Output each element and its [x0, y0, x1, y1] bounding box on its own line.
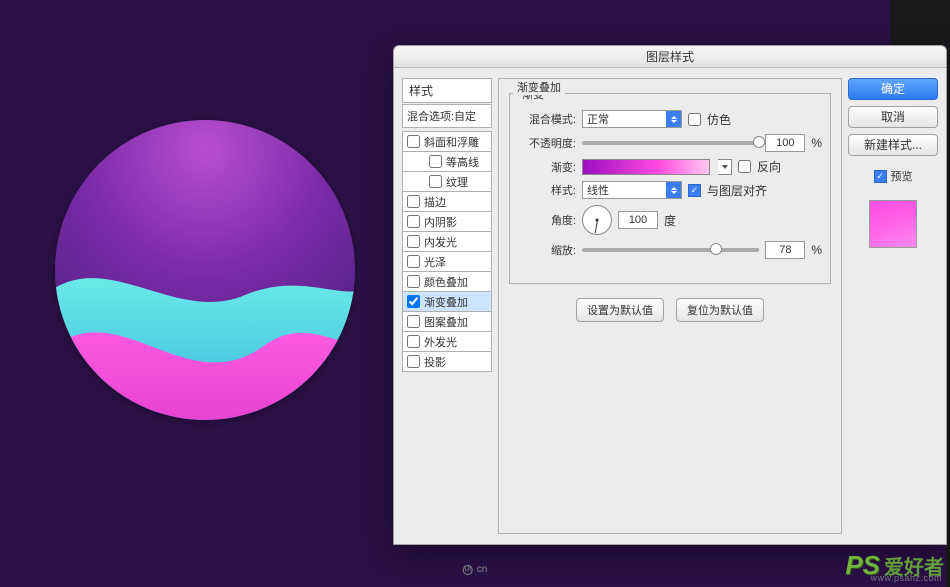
angle-input[interactable]: 100 — [618, 211, 658, 229]
opacity-input[interactable]: 100 — [765, 134, 805, 152]
ok-button[interactable]: 确定 — [848, 78, 938, 100]
style-label: 样式: — [518, 182, 576, 198]
style-checkbox[interactable] — [407, 215, 420, 228]
dialog-actions: 确定 取消 新建样式... ✓ 预览 — [848, 78, 938, 534]
style-item-color-overlay[interactable]: 颜色叠加 — [402, 271, 492, 292]
style-checkbox[interactable] — [407, 355, 420, 368]
style-checkbox[interactable] — [429, 175, 442, 188]
style-item-stroke[interactable]: 描边 — [402, 191, 492, 212]
wave-magenta — [55, 275, 355, 420]
percent-label: % — [811, 243, 822, 257]
styles-list: 样式 混合选项:自定 斜面和浮雕 等高线 纹理 描边 内阴影 内发光 光泽 颜色… — [402, 78, 492, 534]
dither-label: 仿色 — [707, 111, 731, 128]
style-checkbox[interactable] — [407, 295, 420, 308]
style-item-gradient-overlay[interactable]: 渐变叠加 — [402, 291, 492, 312]
style-item-contour[interactable]: 等高线 — [402, 151, 492, 172]
dropdown-arrows-icon — [666, 111, 681, 127]
degree-label: 度 — [664, 212, 676, 229]
scale-slider[interactable] — [582, 248, 759, 252]
style-item-inner-glow[interactable]: 内发光 — [402, 231, 492, 252]
footer-note: UI cn — [463, 564, 488, 575]
preview-swatch — [869, 200, 917, 248]
dither-checkbox[interactable] — [688, 113, 701, 126]
gradient-overlay-panel: 渐变叠加 渐变 混合模式: 正常 仿色 不透明度: 100 % 渐变: — [498, 78, 842, 534]
dialog-title: 图层样式 — [394, 46, 946, 68]
angle-dial[interactable] — [582, 205, 612, 235]
watermark-url: www.psahz.com — [870, 573, 942, 583]
align-checkbox[interactable]: ✓ — [688, 184, 701, 197]
scale-input[interactable]: 78 — [765, 241, 805, 259]
style-item-drop-shadow[interactable]: 投影 — [402, 351, 492, 372]
style-item-inner-shadow[interactable]: 内阴影 — [402, 211, 492, 232]
angle-label: 角度: — [518, 212, 576, 228]
style-checkbox[interactable] — [407, 255, 420, 268]
reverse-checkbox[interactable] — [738, 160, 751, 173]
gradient-preview[interactable] — [582, 159, 710, 175]
blend-mode-select[interactable]: 正常 — [582, 110, 682, 128]
canvas-artwork — [55, 120, 355, 420]
style-checkbox[interactable] — [407, 195, 420, 208]
cancel-button[interactable]: 取消 — [848, 106, 938, 128]
blend-mode-label: 混合模式: — [518, 111, 576, 127]
opacity-label: 不透明度: — [518, 135, 576, 151]
style-checkbox[interactable] — [407, 315, 420, 328]
percent-label: % — [811, 136, 822, 150]
gradient-label: 渐变: — [518, 159, 576, 175]
gradient-dropdown[interactable] — [718, 159, 732, 175]
app-toolbar-bg — [890, 0, 950, 45]
preview-checkbox[interactable]: ✓ — [874, 170, 887, 183]
style-item-texture[interactable]: 纹理 — [402, 171, 492, 192]
style-checkbox[interactable] — [407, 135, 420, 148]
opacity-slider[interactable] — [582, 141, 759, 145]
style-item-pattern-overlay[interactable]: 图案叠加 — [402, 311, 492, 332]
style-checkbox[interactable] — [429, 155, 442, 168]
gradient-fieldset: 渐变 混合模式: 正常 仿色 不透明度: 100 % 渐变: — [509, 93, 831, 284]
style-checkbox[interactable] — [407, 275, 420, 288]
blending-options[interactable]: 混合选项:自定 — [402, 104, 492, 128]
preview-label: 预览 — [891, 168, 913, 184]
new-style-button[interactable]: 新建样式... — [848, 134, 938, 156]
styles-header[interactable]: 样式 — [402, 78, 492, 103]
align-label: 与图层对齐 — [707, 182, 767, 199]
style-item-satin[interactable]: 光泽 — [402, 251, 492, 272]
set-default-button[interactable]: 设置为默认值 — [576, 298, 664, 322]
style-item-bevel[interactable]: 斜面和浮雕 — [402, 131, 492, 152]
style-item-outer-glow[interactable]: 外发光 — [402, 331, 492, 352]
watermark: PS 爱好者 www.psahz.com — [845, 550, 944, 581]
dropdown-arrows-icon — [666, 182, 681, 198]
panel-section-title: 渐变叠加 — [513, 79, 565, 95]
style-checkbox[interactable] — [407, 335, 420, 348]
reverse-label: 反向 — [757, 158, 781, 175]
style-checkbox[interactable] — [407, 235, 420, 248]
reset-default-button[interactable]: 复位为默认值 — [676, 298, 764, 322]
scale-label: 缩放: — [518, 242, 576, 258]
ui-icon: UI — [463, 565, 473, 575]
layer-style-dialog: 图层样式 样式 混合选项:自定 斜面和浮雕 等高线 纹理 描边 内阴影 内发光 … — [393, 45, 947, 545]
gradient-style-select[interactable]: 线性 — [582, 181, 682, 199]
